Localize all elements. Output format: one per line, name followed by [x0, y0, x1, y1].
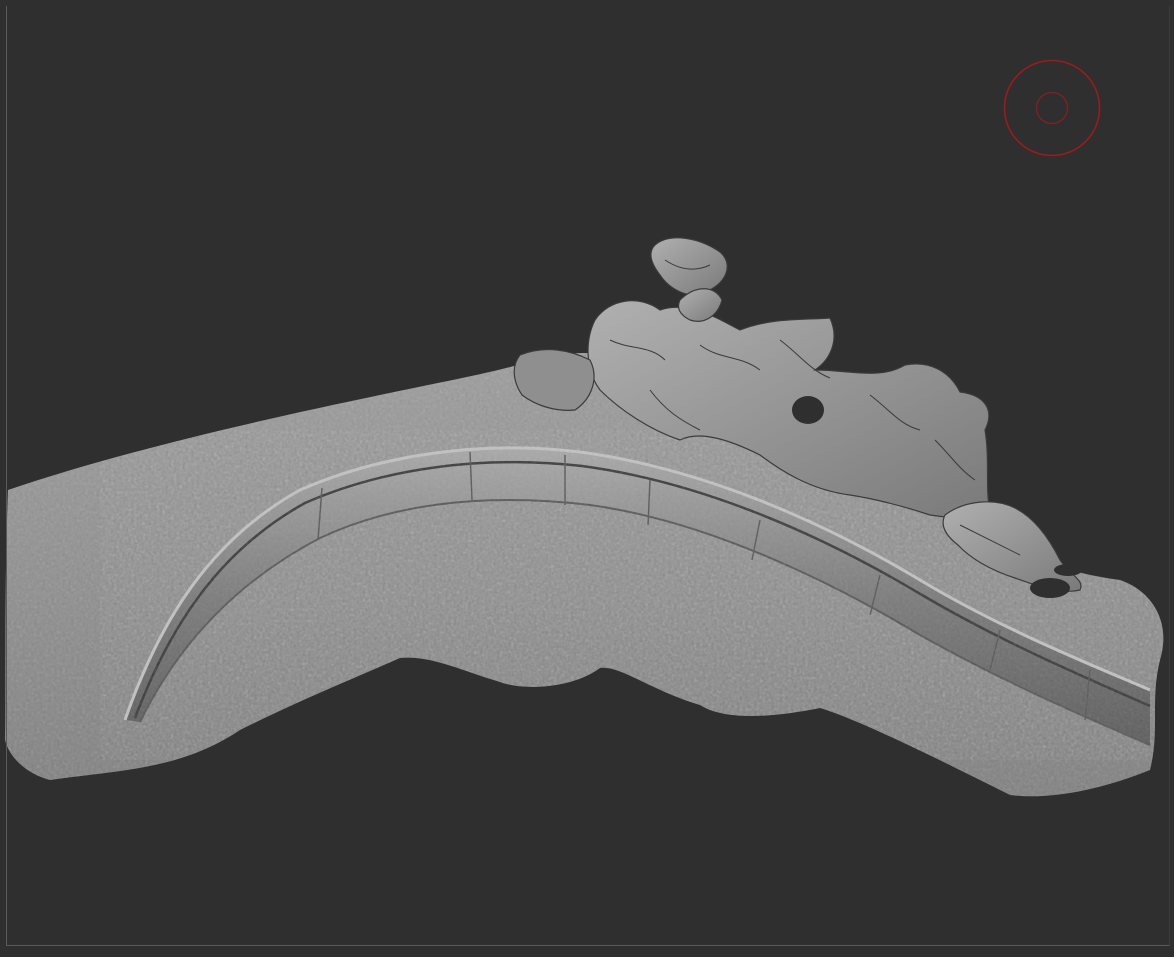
curved-wall — [100, 430, 1164, 760]
mesh-render[interactable] — [0, 0, 1174, 957]
brush-circle-icon[interactable] — [1003, 59, 1101, 157]
3d-viewport[interactable] — [0, 0, 1174, 957]
